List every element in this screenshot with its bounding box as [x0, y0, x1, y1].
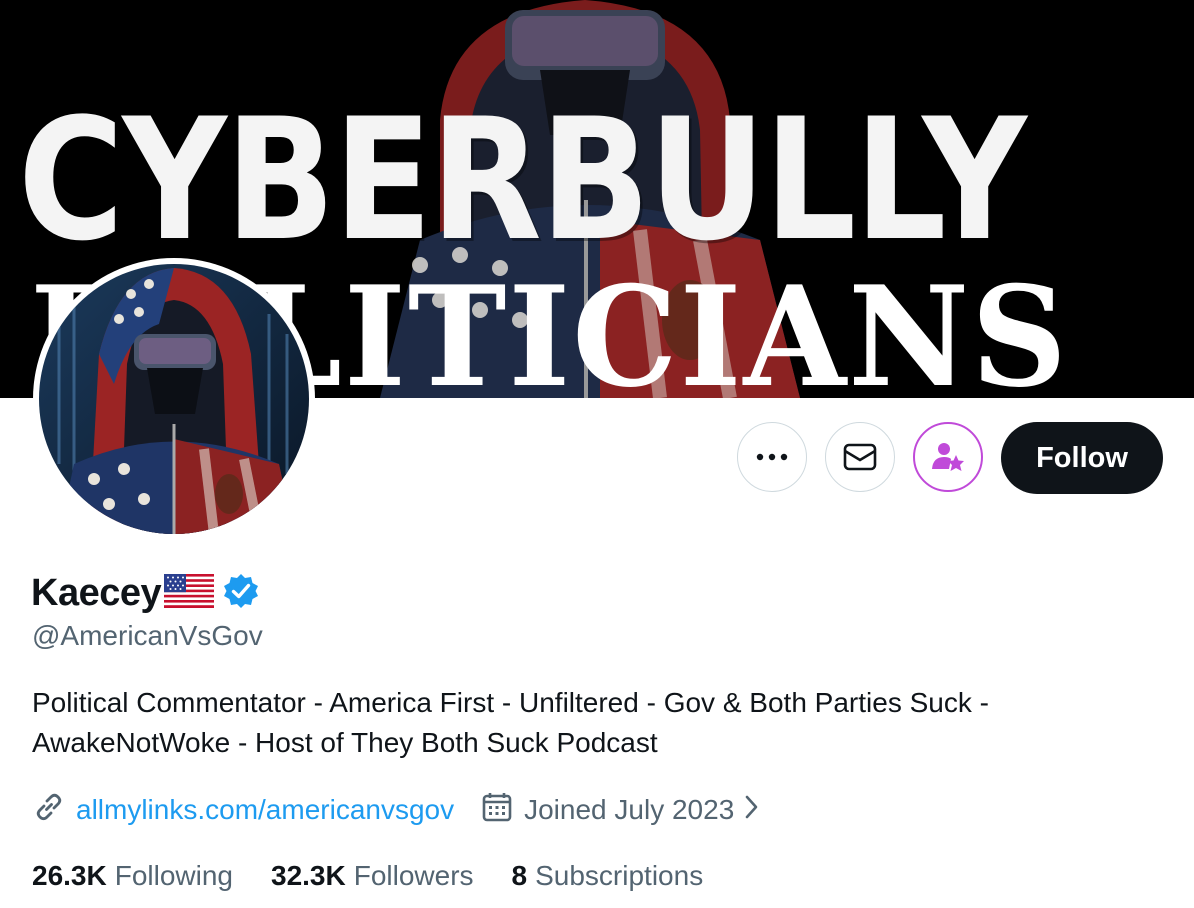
banner-title-line1: CYBERBULLY [18, 82, 1027, 278]
message-button[interactable] [825, 422, 895, 492]
followers-count: 32.3K [271, 860, 346, 891]
chevron-right-icon[interactable] [744, 794, 760, 827]
envelope-icon [843, 443, 877, 471]
calendar-icon [482, 792, 512, 829]
display-name: Kaecey [31, 571, 162, 614]
profile-meta-row: allmylinks.com/americanvsgov Joined July… [32, 788, 760, 832]
more-options-button[interactable] [737, 422, 807, 492]
followers-stat[interactable]: 32.3K Followers [271, 860, 474, 892]
link-icon [32, 790, 66, 831]
subscriptions-stat[interactable]: 8 Subscriptions [512, 860, 704, 892]
subscriptions-label: Subscriptions [535, 860, 704, 891]
subscribe-button[interactable] [913, 422, 983, 492]
profile-bio: Political Commentator - America First - … [32, 687, 989, 758]
follow-button[interactable]: Follow [1001, 422, 1163, 494]
following-label: Following [114, 860, 233, 891]
avatar-hooded-figure-image [39, 264, 309, 534]
profile-avatar[interactable] [33, 258, 315, 540]
profile-name-row: Kaecey [31, 570, 259, 616]
followers-label: Followers [353, 860, 474, 891]
profile-stats-row: 26.3K Following 32.3K Followers 8 Subscr… [32, 856, 741, 896]
us-flag-icon [164, 573, 215, 613]
person-star-icon [932, 443, 964, 471]
more-horizontal-icon [756, 453, 788, 461]
following-count: 26.3K [32, 860, 107, 891]
joined-date: Joined July 2023 [524, 794, 735, 825]
following-stat[interactable]: 26.3K Following [32, 860, 233, 892]
profile-handle: @AmericanVsGov [32, 620, 263, 651]
subscriptions-count: 8 [511, 860, 528, 891]
profile-website-link[interactable]: allmylinks.com/americanvsgov [76, 794, 454, 826]
verified-badge-icon[interactable] [223, 573, 259, 614]
